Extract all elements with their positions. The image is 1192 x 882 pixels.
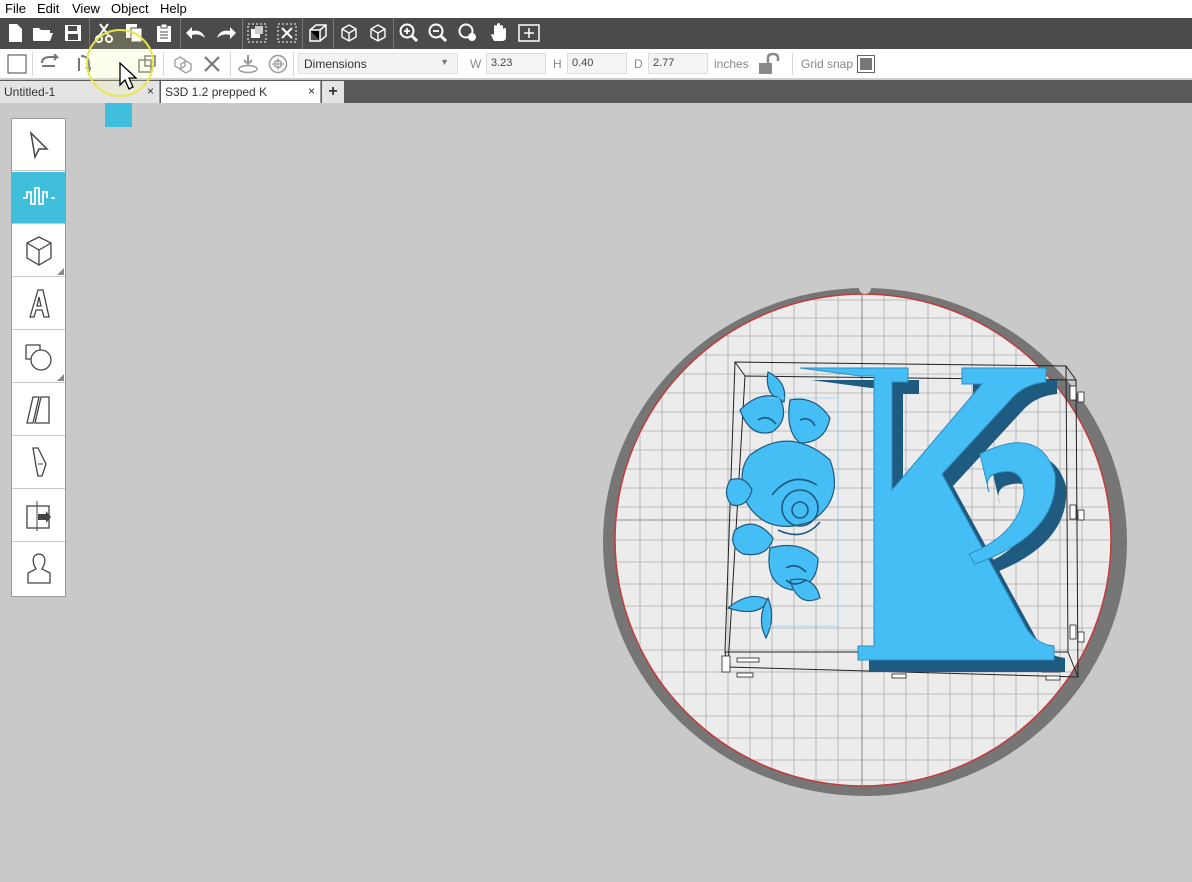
selected-tool-highlight bbox=[105, 99, 132, 127]
extrude-tool[interactable] bbox=[12, 384, 65, 436]
close-icon[interactable]: × bbox=[308, 84, 315, 98]
main-toolbar bbox=[0, 18, 1192, 49]
group-icon[interactable] bbox=[244, 20, 270, 46]
transform-mode-value: Dimensions bbox=[304, 57, 367, 71]
cube-icon bbox=[25, 235, 52, 266]
transform-mode-select[interactable]: Dimensions ▼ bbox=[298, 53, 458, 74]
depth-label: D bbox=[634, 57, 643, 71]
ungroup-icon[interactable] bbox=[274, 20, 300, 46]
menu-help[interactable]: Help bbox=[160, 1, 187, 16]
depth-field[interactable]: 2.77 bbox=[648, 53, 708, 74]
tab-s3d-prepped-k[interactable]: S3D 1.2 prepped K × bbox=[161, 81, 321, 103]
extrude-icon bbox=[25, 395, 50, 424]
save-icon[interactable] bbox=[60, 20, 86, 46]
new-file-icon[interactable] bbox=[2, 20, 28, 46]
flip-horizontal-icon[interactable] bbox=[38, 51, 64, 77]
height-label: H bbox=[553, 57, 562, 71]
open-folder-icon[interactable] bbox=[30, 20, 56, 46]
arrow-pointer-icon bbox=[29, 130, 49, 159]
build-plate bbox=[603, 282, 1127, 796]
cut-tool[interactable] bbox=[12, 437, 65, 489]
tab-label: S3D 1.2 prepped K bbox=[165, 85, 268, 99]
text-tool[interactable] bbox=[12, 278, 65, 330]
shell-tool-icon bbox=[22, 186, 55, 205]
menu-object[interactable]: Object bbox=[111, 1, 149, 16]
cube-iso-icon[interactable] bbox=[365, 20, 391, 46]
drop-to-floor-icon[interactable] bbox=[235, 51, 261, 77]
figure-tool[interactable] bbox=[12, 543, 65, 595]
build-plate-viewport[interactable] bbox=[600, 280, 1130, 805]
zoom-fit-icon[interactable] bbox=[455, 20, 481, 46]
units-label: inches bbox=[714, 57, 749, 71]
view-3d-icon[interactable] bbox=[305, 20, 331, 46]
menu-bar: File Edit View Object Help bbox=[0, 0, 1192, 18]
chevron-down-icon: ▼ bbox=[440, 57, 449, 67]
cube-tool[interactable] bbox=[12, 225, 65, 277]
grid-snap-label: Grid snap bbox=[801, 57, 854, 71]
flip-vertical-icon[interactable] bbox=[68, 51, 94, 77]
zoom-out-icon[interactable] bbox=[425, 20, 451, 46]
tool-palette bbox=[11, 118, 66, 597]
export-icon bbox=[25, 500, 51, 531]
fill-color-icon[interactable] bbox=[4, 51, 30, 77]
shapes-icon bbox=[24, 343, 52, 371]
unlock-icon[interactable] bbox=[757, 52, 781, 81]
select-tool[interactable] bbox=[12, 119, 65, 171]
menu-edit[interactable]: Edit bbox=[37, 1, 59, 16]
mouse-pointer-icon bbox=[119, 61, 139, 97]
redo-icon[interactable] bbox=[213, 20, 239, 46]
delete-icon[interactable] bbox=[199, 51, 225, 77]
width-label: W bbox=[470, 57, 482, 71]
menu-view[interactable]: View bbox=[72, 1, 100, 16]
pan-hand-icon[interactable] bbox=[486, 20, 512, 46]
menu-file[interactable]: File bbox=[5, 1, 26, 16]
height-field[interactable]: 0.40 bbox=[567, 53, 627, 74]
add-frame-icon[interactable] bbox=[516, 20, 542, 46]
grid-snap-checkbox[interactable] bbox=[857, 55, 875, 73]
undo-icon[interactable] bbox=[183, 20, 209, 46]
shell-tool[interactable] bbox=[12, 172, 65, 224]
shape-tool[interactable] bbox=[12, 331, 65, 383]
add-tab-button[interactable]: + bbox=[322, 81, 344, 103]
center-icon[interactable] bbox=[265, 51, 291, 77]
combine-icon[interactable] bbox=[169, 51, 195, 77]
text-3d-icon bbox=[28, 288, 50, 318]
tab-label: Untitled-1 bbox=[4, 85, 56, 99]
person-bust-icon bbox=[26, 553, 51, 584]
copy-icon[interactable] bbox=[121, 20, 147, 46]
zoom-in-icon[interactable] bbox=[396, 20, 422, 46]
knife-icon bbox=[31, 446, 47, 477]
cube-front-icon[interactable] bbox=[336, 20, 362, 46]
paste-icon[interactable] bbox=[151, 20, 177, 46]
width-field[interactable]: 3.23 bbox=[486, 53, 546, 74]
cut-icon[interactable] bbox=[91, 20, 117, 46]
close-icon[interactable]: × bbox=[147, 84, 154, 98]
export-tool[interactable] bbox=[12, 490, 65, 542]
